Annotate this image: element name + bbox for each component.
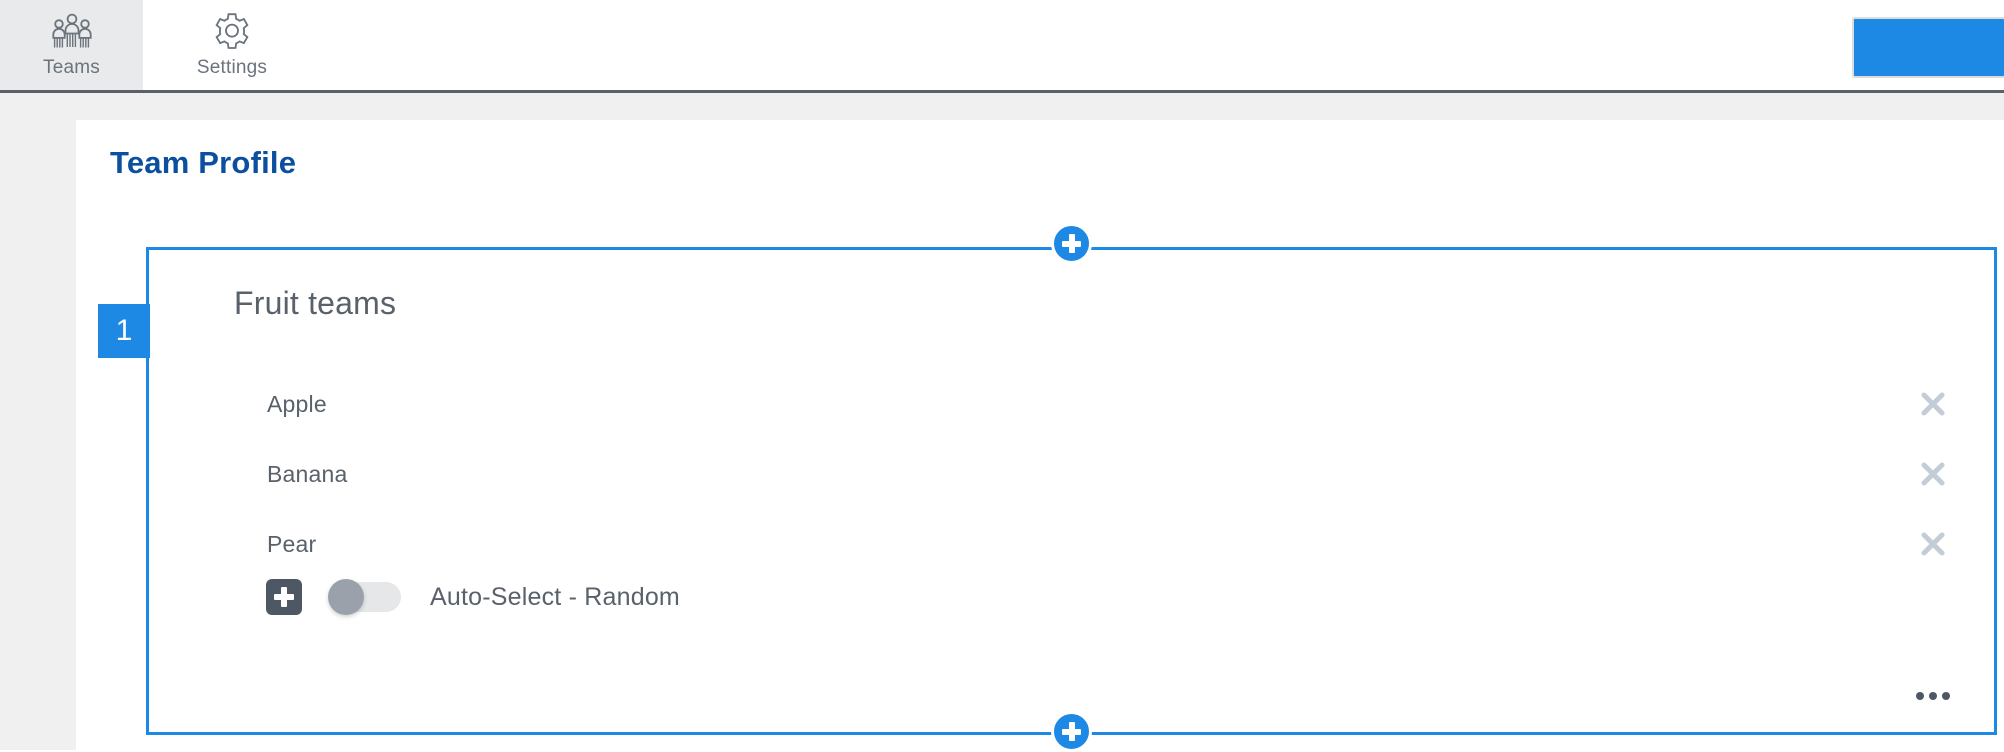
plus-circle-icon-below[interactable]: [1051, 711, 1092, 752]
toggle-knob: [328, 579, 364, 615]
team-member-name: Banana: [267, 460, 348, 487]
gear-icon: [209, 11, 255, 53]
list-item[interactable]: Banana: [146, 439, 1997, 509]
top-navigation-bar: Teams Settings: [0, 0, 2004, 93]
team-member-name: Apple: [267, 390, 327, 417]
team-member-list: Apple Banana Pear: [146, 369, 1997, 579]
primary-action-button[interactable]: [1854, 18, 2004, 76]
team-group-title: Fruit teams: [234, 285, 397, 321]
plus-circle-icon-above[interactable]: [1051, 223, 1092, 264]
ellipsis-dot: [1916, 692, 1924, 700]
ellipsis-dot: [1942, 692, 1950, 700]
list-item[interactable]: Apple: [146, 369, 1997, 439]
step-number-badge: 1: [98, 304, 150, 358]
auto-select-label: Auto-Select - Random: [430, 582, 680, 611]
close-icon[interactable]: [1918, 459, 1948, 489]
ellipsis-icon[interactable]: [1909, 681, 1957, 711]
nav-tab-teams[interactable]: Teams: [0, 0, 143, 90]
team-group-card: 1 Fruit teams Apple Banana Pear Auto-Sel…: [98, 223, 1997, 752]
ellipsis-dot: [1929, 692, 1937, 700]
team-group-icon: [50, 11, 94, 53]
close-icon[interactable]: [1918, 529, 1948, 559]
nav-tab-settings[interactable]: Settings: [143, 0, 321, 90]
auto-select-row: Auto-Select - Random: [146, 574, 1997, 620]
plus-square-icon[interactable]: [266, 579, 302, 615]
list-item[interactable]: Pear: [146, 509, 1997, 579]
team-member-name: Pear: [267, 530, 317, 557]
page-title: Team Profile: [110, 145, 297, 180]
auto-select-toggle[interactable]: [328, 579, 401, 615]
nav-tab-settings-label: Settings: [196, 57, 268, 78]
close-icon[interactable]: [1918, 389, 1948, 419]
nav-tab-teams-label: Teams: [43, 57, 100, 78]
